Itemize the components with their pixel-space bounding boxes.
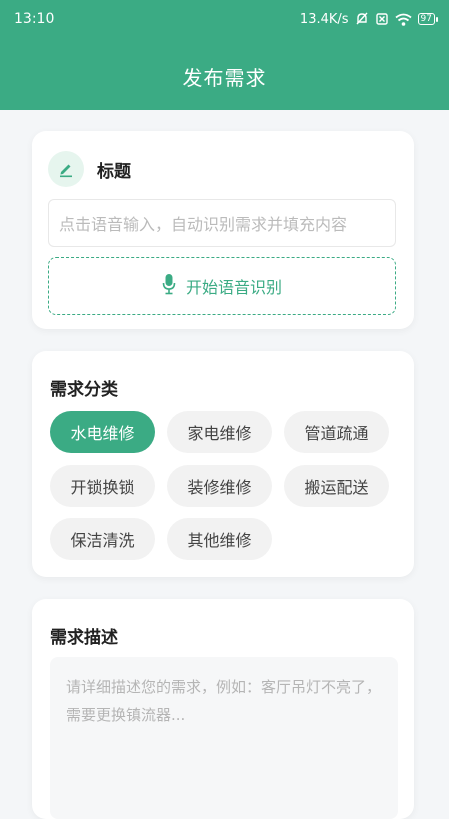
start-voice-recognition-button[interactable]: 开始语音识别 [48, 257, 396, 315]
microphone-icon [162, 273, 176, 299]
category-chip-moving[interactable]: 搬运配送 [284, 465, 389, 507]
category-card: 需求分类 水电维修 家电维修 管道疏通 开锁换锁 装修维修 搬运配送 保洁清洗 … [32, 351, 414, 577]
category-chip-renovation[interactable]: 装修维修 [167, 465, 272, 507]
description-textarea[interactable]: 请详细描述您的需求，例如：客厅吊灯不亮了，需要更换镇流器... [50, 657, 398, 819]
status-time: 13:10 [14, 11, 55, 27]
category-chip-other[interactable]: 其他维修 [167, 518, 272, 560]
description-card: 需求描述 请详细描述您的需求，例如：客厅吊灯不亮了，需要更换镇流器... [32, 599, 414, 819]
category-chip-water-electric[interactable]: 水电维修 [50, 411, 155, 453]
status-bar: 13:10 13.4K/s 97 [0, 0, 449, 38]
category-chip-lock[interactable]: 开锁换锁 [50, 465, 155, 507]
status-icons: 13.4K/s 97 [299, 11, 439, 27]
wifi-icon [394, 13, 412, 26]
battery-icon: 97 [417, 13, 439, 25]
title-card: 标题 点击语音输入，自动识别需求并填充内容 开始语音识别 [32, 131, 414, 329]
page-title: 发布需求 [182, 66, 267, 90]
title-row: 标题 [48, 151, 131, 187]
category-chip-appliance[interactable]: 家电维修 [167, 411, 272, 453]
edit-pen-icon [48, 151, 84, 187]
title-input[interactable]: 点击语音输入，自动识别需求并填充内容 [48, 199, 396, 247]
category-chip-cleaning[interactable]: 保洁清洗 [50, 518, 155, 560]
description-title: 需求描述 [50, 628, 118, 648]
category-chip-pipe[interactable]: 管道疏通 [284, 411, 389, 453]
voice-button-label: 开始语音识别 [185, 278, 282, 297]
app-header: 13:10 13.4K/s 97 发布需求 [0, 0, 449, 110]
title-label: 标题 [97, 161, 131, 182]
sim-off-icon [375, 12, 389, 26]
category-title: 需求分类 [50, 380, 118, 400]
mute-bell-icon [355, 12, 369, 26]
network-speed: 13.4K/s [299, 11, 349, 27]
